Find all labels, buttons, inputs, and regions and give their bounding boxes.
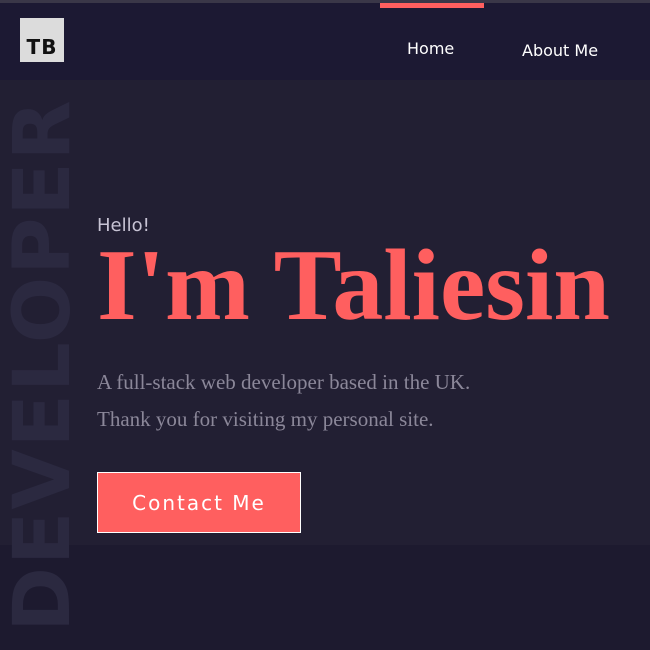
site-logo[interactable]: TB [20, 18, 64, 62]
site-header: TB Home About Me [0, 3, 650, 80]
hero-headline: I'm Taliesin [97, 229, 611, 342]
contact-me-label: Contact Me [132, 490, 266, 515]
nav-active-indicator [380, 3, 484, 8]
nav-home-link[interactable]: Home [407, 39, 454, 58]
contact-me-button[interactable]: Contact Me [97, 472, 301, 533]
hero-tagline-line-1: A full-stack web developer based in the … [97, 370, 471, 394]
page: TB Home About Me DEVELOPER Hello! I'm Ta… [0, 0, 650, 650]
logo-text: TB [26, 35, 58, 59]
background-watermark-word: DEVELOPER [0, 98, 88, 632]
hero-tagline-line-2: Thank you for visiting my personal site. [97, 407, 434, 431]
nav-about-link[interactable]: About Me [522, 41, 598, 60]
